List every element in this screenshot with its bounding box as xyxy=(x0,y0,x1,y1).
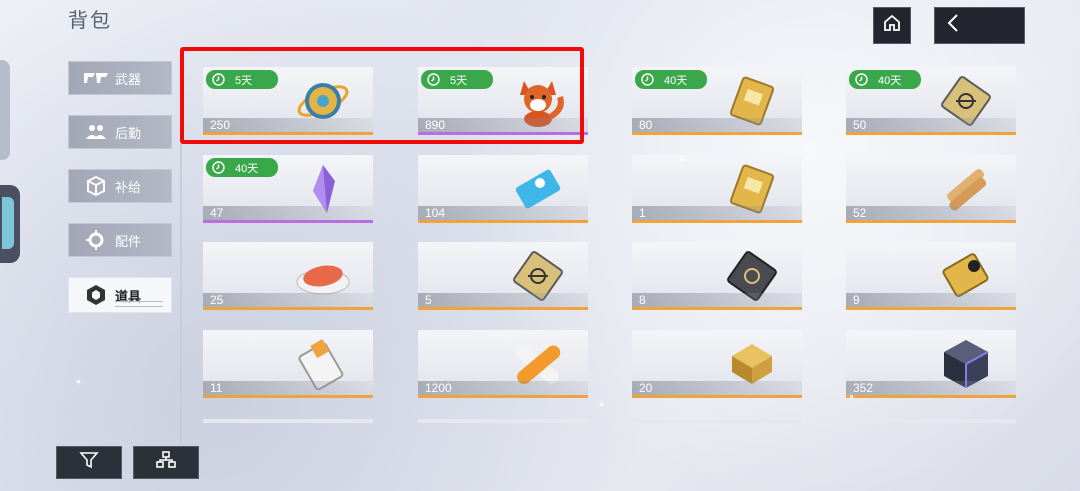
sparkle-decoration xyxy=(680,158,683,161)
sidebar-item-logistics[interactable]: 后勤 xyxy=(68,115,172,149)
expiry-badge-label: 40天 xyxy=(878,74,902,87)
item-card[interactable]: 25 xyxy=(203,242,373,310)
rarity-bar xyxy=(846,220,1016,223)
filter-button[interactable] xyxy=(56,446,122,479)
item-count: 52 xyxy=(853,206,867,220)
item-count: 1200 xyxy=(425,381,452,395)
rarity-bar xyxy=(846,307,1016,310)
item-count: 50 xyxy=(853,118,867,132)
item-count: 20 xyxy=(639,381,653,395)
sidebar-item-label: 后勤 xyxy=(115,125,142,141)
item-card[interactable]: 104 xyxy=(418,155,588,223)
rarity-bar xyxy=(203,220,373,223)
sidebar-item-parts[interactable]: 配件 xyxy=(68,223,172,257)
item-count: 25 xyxy=(210,293,224,307)
item-card[interactable]: 352 xyxy=(846,330,1016,398)
item-card[interactable]: 50 40天 xyxy=(846,67,1016,135)
left-edge-selected-tab[interactable] xyxy=(0,185,20,263)
people-icon xyxy=(83,122,109,142)
grid-row-peek xyxy=(203,419,373,423)
expiry-badge: 40天 xyxy=(849,70,921,89)
sidebar-item-label: 配件 xyxy=(115,233,142,249)
expiry-badge-label: 40天 xyxy=(664,74,688,87)
count-backdrop xyxy=(203,381,373,395)
home-icon xyxy=(882,13,902,38)
sidebar-item-props[interactable]: 道具 xyxy=(68,277,172,313)
count-backdrop xyxy=(203,293,373,307)
item-count: 11 xyxy=(210,381,223,395)
item-card[interactable]: 9 xyxy=(846,242,1016,310)
clock-icon xyxy=(855,73,868,86)
grid-row-peek xyxy=(418,419,588,423)
sidebar-item-label: 补给 xyxy=(115,179,142,195)
grid-row-peek xyxy=(632,419,802,423)
rarity-bar xyxy=(632,395,802,398)
clock-icon xyxy=(212,161,225,174)
rarity-bar xyxy=(418,220,588,223)
item-card[interactable]: 11 xyxy=(203,330,373,398)
rarity-bar xyxy=(632,220,802,223)
item-card[interactable]: 1 xyxy=(632,155,802,223)
count-backdrop xyxy=(632,118,802,132)
item-count: 352 xyxy=(853,381,874,395)
sidebar-item-sublines xyxy=(115,301,163,307)
item-card[interactable]: 47 40天 xyxy=(203,155,373,223)
rarity-bar xyxy=(846,132,1016,135)
count-backdrop xyxy=(203,206,373,220)
item-card[interactable]: 8 xyxy=(632,242,802,310)
expiry-badge: 40天 xyxy=(206,158,278,177)
sparkle-decoration xyxy=(77,380,80,383)
count-backdrop xyxy=(846,293,1016,307)
count-backdrop xyxy=(632,206,802,220)
sparkle-decoration xyxy=(850,395,853,398)
rarity-bar xyxy=(846,395,1016,398)
selection-highlight-box xyxy=(180,47,584,144)
count-backdrop xyxy=(632,293,802,307)
grid-row-peek xyxy=(846,419,1016,423)
sparkle-decoration xyxy=(600,403,603,406)
item-count: 104 xyxy=(425,206,446,220)
item-count: 47 xyxy=(210,206,224,220)
item-count: 80 xyxy=(639,118,653,132)
page-title: 背包 xyxy=(68,8,112,32)
rarity-bar xyxy=(203,395,373,398)
count-backdrop xyxy=(632,381,802,395)
count-backdrop xyxy=(846,118,1016,132)
clock-icon xyxy=(641,73,654,86)
count-backdrop xyxy=(846,206,1016,220)
left-edge-tab xyxy=(0,60,10,160)
item-card[interactable]: 5 xyxy=(418,242,588,310)
item-count: 9 xyxy=(853,293,860,307)
item-count: 8 xyxy=(639,293,646,307)
rarity-bar xyxy=(418,395,588,398)
sidebar-item-supply[interactable]: 补给 xyxy=(68,169,172,203)
back-arrow-icon xyxy=(945,13,961,38)
item-icon xyxy=(83,285,109,305)
rarity-bar xyxy=(632,307,802,310)
expiry-badge: 40天 xyxy=(635,70,707,89)
weapon-icon xyxy=(83,68,109,88)
filter-icon xyxy=(79,451,99,474)
gear-icon xyxy=(83,230,109,250)
cube-icon xyxy=(83,176,109,196)
expiry-badge-label: 40天 xyxy=(235,162,259,175)
rarity-bar xyxy=(632,132,802,135)
rarity-bar xyxy=(203,307,373,310)
item-count: 5 xyxy=(425,293,432,307)
sort-button[interactable] xyxy=(133,446,199,479)
item-card[interactable]: 1200 xyxy=(418,330,588,398)
item-count: 1 xyxy=(639,206,646,220)
count-backdrop xyxy=(418,293,588,307)
home-button[interactable] xyxy=(873,7,911,44)
item-card[interactable]: 20 xyxy=(632,330,802,398)
sidebar-item-weapons[interactable]: 武器 xyxy=(68,61,172,95)
sidebar-item-label: 武器 xyxy=(115,71,142,87)
back-button[interactable] xyxy=(934,7,1025,44)
item-card[interactable]: 52 xyxy=(846,155,1016,223)
rarity-bar xyxy=(418,307,588,310)
item-card[interactable]: 80 40天 xyxy=(632,67,802,135)
sort-icon xyxy=(156,451,176,474)
